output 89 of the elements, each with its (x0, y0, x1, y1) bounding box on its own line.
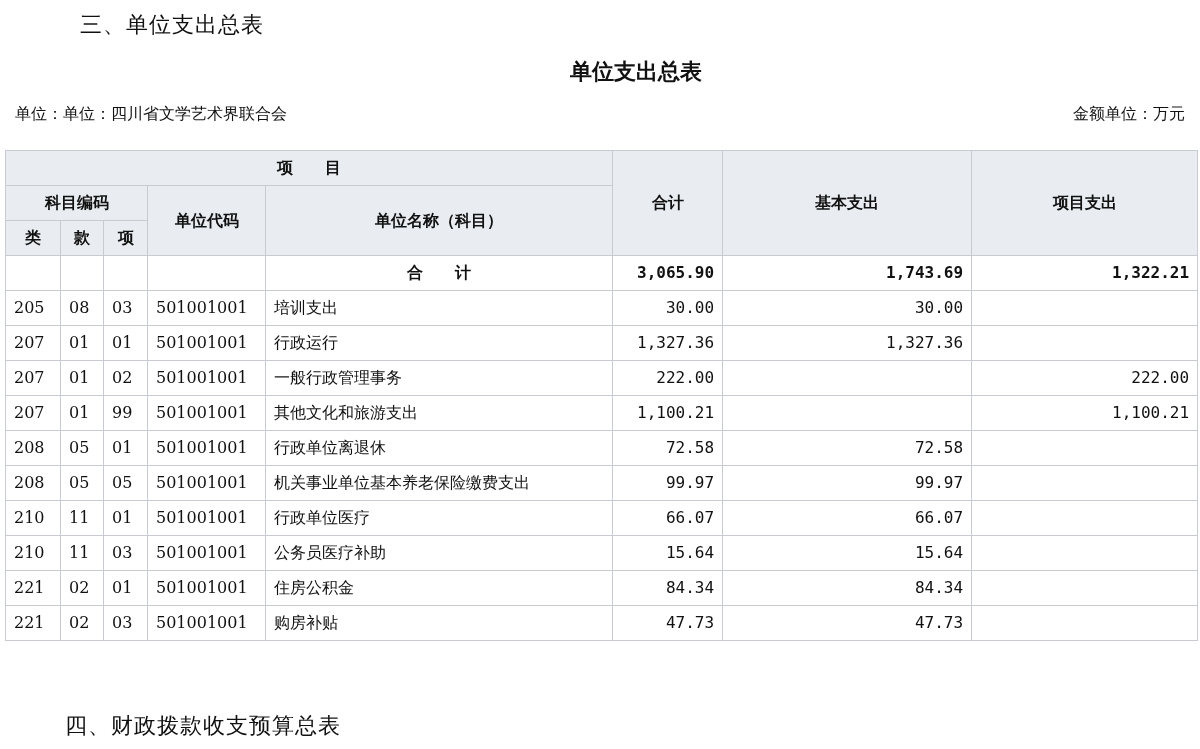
table-cell: 01 (103, 500, 148, 536)
table-cell: 222.00 (612, 360, 723, 396)
header-cell: 合计 (612, 150, 723, 256)
table-cell: 其他文化和旅游支出 (265, 395, 613, 431)
table-cell: 机关事业单位基本养老保险缴费支出 (265, 465, 613, 501)
table-cell: 501001001 (147, 465, 266, 501)
table-cell: 02 (103, 360, 148, 396)
table-cell: 501001001 (147, 395, 266, 431)
table-cell: 501001001 (147, 360, 266, 396)
table-cell: 501001001 (147, 500, 266, 536)
table-cell: 08 (60, 290, 104, 326)
table-cell: 99.97 (722, 465, 972, 501)
unit-label: 单位：单位：四川省文学艺术界联合会 (15, 103, 287, 125)
table-cell: 30.00 (722, 290, 972, 326)
table-cell: 72.58 (612, 430, 723, 466)
table-cell: 1,743.69 (722, 255, 972, 291)
table-cell: 221 (5, 570, 61, 606)
section-heading: 四、财政拨款收支预算总表 (65, 712, 342, 740)
table-cell: 05 (60, 430, 104, 466)
header-cell: 基本支出 (722, 150, 972, 256)
table-cell: 47.73 (612, 605, 723, 641)
table-cell: 72.58 (722, 430, 972, 466)
table-cell: 1,100.21 (971, 395, 1198, 431)
table-cell: 208 (5, 430, 61, 466)
header-cell: 项目支出 (971, 150, 1198, 256)
table-cell: 30.00 (612, 290, 723, 326)
section-heading: 三、单位支出总表 (80, 11, 265, 39)
table-cell: 01 (103, 430, 148, 466)
table-cell: 84.34 (612, 570, 723, 606)
table-cell: 3,065.90 (612, 255, 723, 291)
header-cell: 类 (5, 220, 61, 256)
table-cell: 11 (60, 500, 104, 536)
table-cell: 03 (103, 535, 148, 571)
table-cell: 84.34 (722, 570, 972, 606)
table-cell: 05 (60, 465, 104, 501)
table-cell: 99 (103, 395, 148, 431)
table-cell: 01 (60, 395, 104, 431)
table-cell: 15.64 (612, 535, 723, 571)
table-cell: 66.07 (612, 500, 723, 536)
table-cell: 47.73 (722, 605, 972, 641)
table-cell: 15.64 (722, 535, 972, 571)
table-cell: 11 (60, 535, 104, 571)
table-cell: 1,322.21 (971, 255, 1198, 291)
table-cell: 501001001 (147, 535, 266, 571)
table-cell: 501001001 (147, 605, 266, 641)
table-cell: 501001001 (147, 290, 266, 326)
table-cell: 66.07 (722, 500, 972, 536)
table-cell: 行政单位医疗 (265, 500, 613, 536)
table-cell: 03 (103, 605, 148, 641)
table-cell: 221 (5, 605, 61, 641)
table-cell: 207 (5, 325, 61, 361)
table-cell: 1,100.21 (612, 395, 723, 431)
table-cell: 购房补贴 (265, 605, 613, 641)
table-cell: 住房公积金 (265, 570, 613, 606)
table-cell: 207 (5, 395, 61, 431)
table-cell: 210 (5, 535, 61, 571)
header-cell: 项 (103, 220, 148, 256)
table-cell: 207 (5, 360, 61, 396)
header-cell: 科目编码 (5, 185, 148, 221)
header-cell: 项 目 (5, 150, 613, 186)
table-cell: 01 (60, 360, 104, 396)
table-cell: 02 (60, 605, 104, 641)
table-cell: 行政单位离退休 (265, 430, 613, 466)
table-cell: 1,327.36 (722, 325, 972, 361)
amount-unit-label: 金额单位：万元 (1073, 103, 1185, 125)
table-cell: 501001001 (147, 430, 266, 466)
table-cell: 公务员医疗补助 (265, 535, 613, 571)
table-cell: 99.97 (612, 465, 723, 501)
table-cell: 01 (103, 570, 148, 606)
table-cell: 205 (5, 290, 61, 326)
table-cell: 03 (103, 290, 148, 326)
header-cell: 单位代码 (147, 185, 266, 256)
table-cell: 210 (5, 500, 61, 536)
table-cell: 合 计 (265, 255, 613, 291)
table-cell: 05 (103, 465, 148, 501)
table-cell: 01 (60, 325, 104, 361)
table-cell: 1,327.36 (612, 325, 723, 361)
table-cell: 222.00 (971, 360, 1198, 396)
table-title: 单位支出总表 (569, 57, 703, 86)
header-cell: 单位名称（科目） (265, 185, 613, 256)
table-cell: 501001001 (147, 325, 266, 361)
table-cell: 01 (103, 325, 148, 361)
table-cell: 行政运行 (265, 325, 613, 361)
header-cell: 款 (60, 220, 104, 256)
table-cell: 培训支出 (265, 290, 613, 326)
table-cell: 一般行政管理事务 (265, 360, 613, 396)
table-cell: 501001001 (147, 570, 266, 606)
table-cell: 208 (5, 465, 61, 501)
table-cell: 02 (60, 570, 104, 606)
